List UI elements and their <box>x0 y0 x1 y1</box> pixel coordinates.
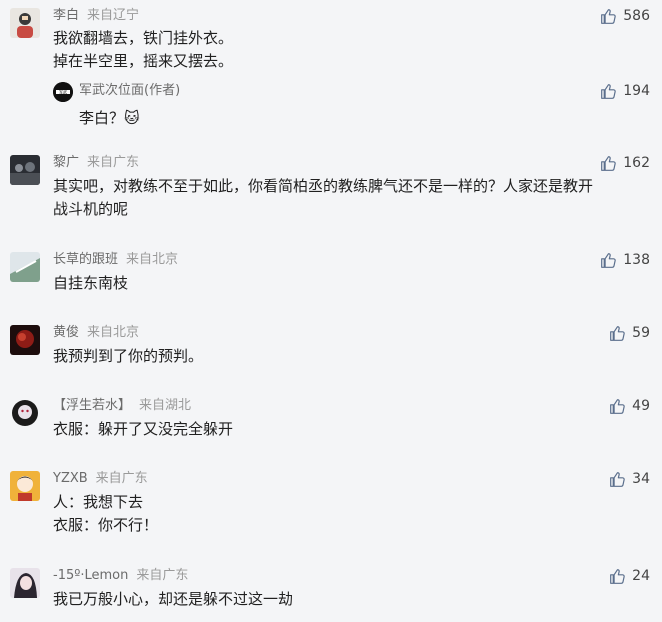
like-count: 49 <box>632 398 650 414</box>
comment-meta: 黎广 来自广东 <box>53 153 139 173</box>
comment-text-line: 我预判到了你的预判。 <box>53 347 204 365</box>
like-count: 59 <box>632 325 650 341</box>
like-button[interactable]: 59 <box>609 323 650 343</box>
comment-text-line: 我已万般小心，却还是躲不过这一劫 <box>53 590 294 608</box>
location: 来自湖北 <box>139 398 192 413</box>
comment-text-line: 衣服：躲开了又没完全躲开 <box>53 420 234 438</box>
comment-meta: YZXB 来自广东 <box>53 469 148 489</box>
like-button[interactable]: 34 <box>609 469 650 489</box>
like-button[interactable]: 194 <box>600 81 650 101</box>
username[interactable]: 【浮生若水】 <box>53 398 131 413</box>
like-button[interactable]: 586 <box>600 6 650 26</box>
username[interactable]: YZXB <box>53 471 88 486</box>
comment-meta: 黄俊 来自北京 <box>53 323 139 343</box>
like-count: 194 <box>623 83 650 99</box>
avatar[interactable] <box>10 325 40 355</box>
thumbs-up-icon <box>601 252 617 268</box>
avatar[interactable]: 军武 <box>53 82 73 102</box>
like-button[interactable]: 49 <box>609 396 650 416</box>
like-button[interactable]: 138 <box>600 250 650 270</box>
reply-text: 李白？🐱 <box>79 109 140 127</box>
comment-text-line: 衣服：你不行！ <box>53 516 159 534</box>
comment-meta: 李白 来自辽宁 <box>53 6 139 26</box>
thumbs-up-icon <box>610 398 625 414</box>
like-count: 24 <box>632 568 650 584</box>
username[interactable]: -15º·Lemon <box>53 568 128 583</box>
avatar[interactable] <box>10 398 40 428</box>
location: 来自北京 <box>87 325 140 340</box>
comment-meta: -15º·Lemon 来自广东 <box>53 566 188 586</box>
comment-meta: 长草的跟班 来自北京 <box>53 250 178 270</box>
username[interactable]: 李白 <box>53 8 79 23</box>
comment-text-line: 掉在半空里，摇来又摆去。 <box>53 52 234 70</box>
location: 来自辽宁 <box>87 8 140 23</box>
thumbs-up-icon <box>601 83 617 99</box>
avatar[interactable] <box>10 471 40 501</box>
thumbs-up-icon <box>601 8 617 24</box>
avatar[interactable] <box>10 8 40 38</box>
like-count: 586 <box>623 8 650 24</box>
avatar[interactable] <box>10 252 40 282</box>
thumbs-up-icon <box>610 471 625 487</box>
thumbs-up-icon <box>610 568 625 584</box>
avatar[interactable] <box>10 568 40 598</box>
like-button[interactable]: 24 <box>609 566 650 586</box>
comment-text-line: 其实吧，对教练不至于如此，你看简柏丞的教练脾气还不是一样的？人家还是教开 <box>53 177 594 195</box>
like-count: 34 <box>632 471 650 487</box>
username[interactable]: 黄俊 <box>53 325 79 340</box>
username[interactable]: 军武次位面(作者) <box>79 81 180 101</box>
avatar[interactable] <box>10 155 40 185</box>
comment-text-line: 自挂东南枝 <box>53 274 129 292</box>
location: 来自北京 <box>126 252 179 267</box>
like-count: 162 <box>623 155 650 171</box>
location: 来自广东 <box>95 471 148 486</box>
svg-text:军武: 军武 <box>59 89 67 95</box>
comment-meta: 【浮生若水】 来自湖北 <box>53 396 191 416</box>
comment-text-line: 战斗机的呢 <box>53 200 129 218</box>
like-button[interactable]: 162 <box>600 153 650 173</box>
username[interactable]: 黎广 <box>53 155 79 170</box>
comment-text-line: 我欲翻墙去，铁门挂外衣。 <box>53 29 234 47</box>
comment-text-line: 人：我想下去 <box>53 493 144 511</box>
location: 来自广东 <box>87 155 140 170</box>
username[interactable]: 长草的跟班 <box>53 252 118 267</box>
thumbs-up-icon <box>610 325 625 341</box>
like-count: 138 <box>623 252 650 268</box>
thumbs-up-icon <box>601 155 617 171</box>
location: 来自广东 <box>136 568 189 583</box>
